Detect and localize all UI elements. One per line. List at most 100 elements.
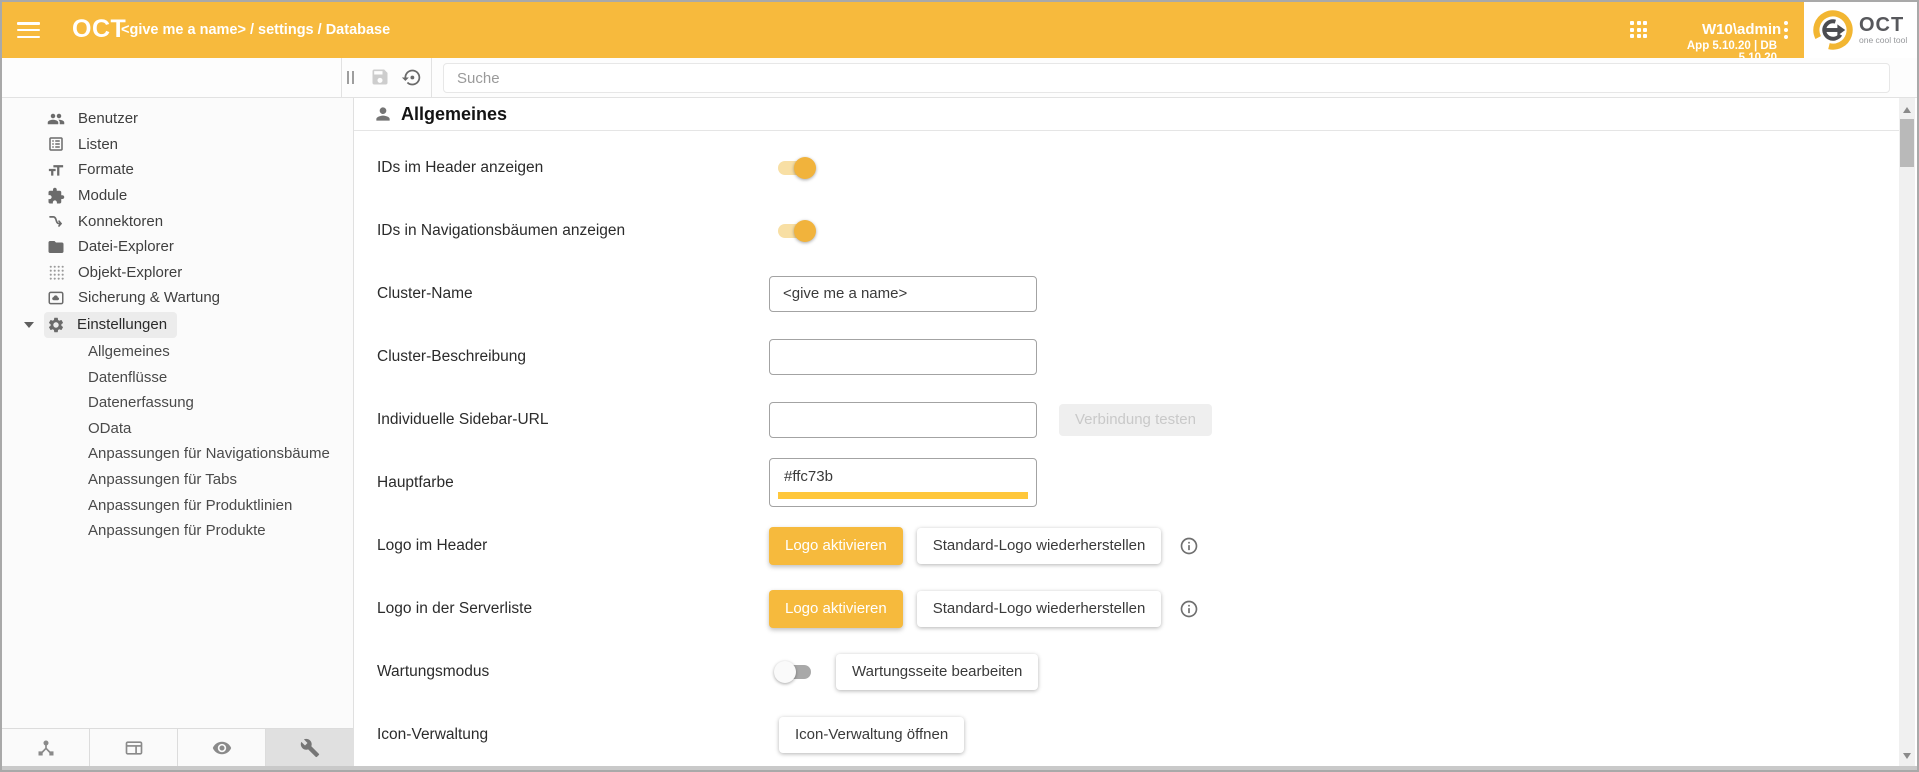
settings-panel: Allgemeines IDs im Header anzeigen IDs i… [353, 98, 1899, 766]
setting-row-ids-header: IDs im Header anzeigen [354, 136, 1899, 199]
maintenance-toggle[interactable] [777, 661, 813, 683]
setting-label: IDs im Header anzeigen [354, 159, 769, 177]
text-format-icon [47, 161, 65, 179]
hierarchy-icon [36, 738, 56, 758]
setting-row-cluster-name: Cluster-Name [354, 262, 1899, 325]
info-icon[interactable] [1179, 536, 1199, 556]
save-icon[interactable] [370, 67, 390, 92]
splitter-handle[interactable] [347, 71, 354, 84]
setting-label: Hauptfarbe [354, 474, 769, 492]
brand-logo: OCT one cool tool [1804, 2, 1917, 58]
sidebar-subitem-anpassungen-produkte[interactable]: Anpassungen für Produkte [2, 518, 353, 544]
main-color-swatch [778, 492, 1028, 499]
setting-label: Cluster-Name [354, 285, 769, 303]
kebab-menu-icon[interactable] [1784, 21, 1789, 39]
divider [341, 58, 342, 97]
settings-rows: IDs im Header anzeigen IDs in Navigation… [354, 131, 1899, 766]
cluster-description-input[interactable] [769, 339, 1037, 375]
connector-icon [47, 212, 65, 230]
sidebar-item-label: Formate [78, 161, 134, 178]
scroll-up-arrow-icon[interactable] [1903, 107, 1911, 113]
logo-text: OCT [1859, 15, 1907, 35]
sidebar-subitem-odata[interactable]: OData [2, 416, 353, 442]
scroll-down-arrow-icon[interactable] [1903, 753, 1911, 759]
sidebar-item-datei-explorer[interactable]: Datei-Explorer [2, 234, 353, 260]
hamburger-menu-icon[interactable] [17, 22, 40, 39]
sidebar-subitem-anpassungen-tabs[interactable]: Anpassungen für Tabs [2, 467, 353, 493]
setting-row-cluster-description: Cluster-Beschreibung [354, 325, 1899, 388]
activate-logo-header-button[interactable]: Logo aktivieren [769, 527, 903, 565]
top-toolbar [2, 58, 1917, 98]
sidebar-item-label: Objekt-Explorer [78, 264, 182, 281]
restore-default-logo-serverlist-button[interactable]: Standard-Logo wiederherstellen [917, 591, 1162, 627]
scrollbar-thumb[interactable] [1900, 119, 1914, 167]
sidebar-url-input[interactable] [769, 402, 1037, 438]
user-menu[interactable]: W10\admin [1702, 21, 1781, 38]
gear-icon [47, 316, 65, 334]
person-icon [373, 104, 393, 124]
edit-maintenance-page-button[interactable]: Wartungsseite bearbeiten [836, 654, 1038, 690]
setting-row-logo-serverlist: Logo in der Serverliste Logo aktivieren … [354, 577, 1899, 640]
history-restore-icon[interactable] [401, 67, 422, 93]
setting-label: Logo in der Serverliste [354, 600, 769, 618]
setting-row-icon-management: Icon-Verwaltung Icon-Verwaltung öffnen [354, 703, 1899, 766]
open-icon-management-button[interactable]: Icon-Verwaltung öffnen [779, 717, 964, 753]
sidebar-subitem-datenfluesse[interactable]: Datenflüsse [2, 364, 353, 390]
sidebar-item-formate[interactable]: Formate [2, 157, 353, 183]
sidebar-item-konnektoren[interactable]: Konnektoren [2, 208, 353, 234]
restore-default-logo-header-button[interactable]: Standard-Logo wiederherstellen [917, 528, 1162, 564]
sidebar-item-label: Sicherung & Wartung [78, 289, 220, 306]
search-input[interactable] [443, 63, 1890, 93]
puzzle-icon [47, 187, 65, 205]
app-header: OCT <give me a name> / settings / Databa… [2, 2, 1804, 58]
setting-label: Individuelle Sidebar-URL [354, 411, 769, 429]
ids-nav-toggle[interactable] [777, 220, 813, 242]
setting-label: Logo im Header [354, 537, 769, 555]
sidebar-item-module[interactable]: Module [2, 183, 353, 209]
logo-tagline: one cool tool [1859, 36, 1907, 45]
ids-header-toggle[interactable] [777, 157, 813, 179]
chevron-down-icon[interactable] [24, 322, 34, 328]
app-title: OCT [72, 15, 126, 44]
section-header: Allgemeines [354, 98, 1899, 131]
setting-row-ids-nav: IDs in Navigationsbäumen anzeigen [354, 199, 1899, 262]
sidebar-subitem-anpassungen-produktlinien[interactable]: Anpassungen für Produktlinien [2, 492, 353, 518]
hierarchy-view-button[interactable] [2, 729, 90, 766]
test-connection-button[interactable]: Verbindung testen [1059, 404, 1212, 436]
cluster-name-input[interactable] [769, 276, 1037, 312]
apps-grid-icon[interactable] [1630, 21, 1647, 38]
vertical-scrollbar[interactable] [1899, 98, 1915, 766]
table-icon [124, 738, 144, 758]
nav-tree: Benutzer Listen Formate Module [2, 98, 353, 544]
admin-tools-button[interactable] [266, 729, 353, 766]
sidebar-item-label: Datei-Explorer [78, 238, 174, 255]
table-view-button[interactable] [90, 729, 178, 766]
sidebar-subitem-allgemeines[interactable]: Allgemeines [2, 339, 353, 365]
oct-logo-icon [1812, 9, 1854, 51]
wrench-icon [300, 738, 320, 758]
sidebar-item-listen[interactable]: Listen [2, 132, 353, 158]
app-window: OCT <give me a name> / settings / Databa… [0, 0, 1919, 772]
window-bottom-edge [2, 766, 1917, 770]
sidebar-subitem-datenerfassung[interactable]: Datenerfassung [2, 390, 353, 416]
setting-row-sidebar-url: Individuelle Sidebar-URL Verbindung test… [354, 388, 1899, 451]
sidebar-item-objekt-explorer[interactable]: Objekt-Explorer [2, 260, 353, 286]
sidebar-item-einstellungen[interactable]: Einstellungen [2, 311, 353, 339]
setting-label: Wartungsmodus [354, 663, 769, 681]
info-icon[interactable] [1179, 599, 1199, 619]
main-color-input[interactable]: #ffc73b [769, 458, 1037, 507]
sidebar: Benutzer Listen Formate Module [2, 98, 353, 766]
sidebar-subitem-anpassungen-navigationsbaeume[interactable]: Anpassungen für Navigationsbäume [2, 441, 353, 467]
sidebar-item-sicherung-wartung[interactable]: Sicherung & Wartung [2, 285, 353, 311]
setting-label: Cluster-Beschreibung [354, 348, 769, 366]
sidebar-item-benutzer[interactable]: Benutzer [2, 106, 353, 132]
setting-row-maintenance: Wartungsmodus Wartungsseite bearbeiten [354, 640, 1899, 703]
setting-row-main-color: Hauptfarbe #ffc73b [354, 451, 1899, 514]
breadcrumb[interactable]: <give me a name> / settings / Database [121, 22, 390, 38]
backup-icon [47, 289, 65, 307]
activate-logo-serverlist-button[interactable]: Logo aktivieren [769, 590, 903, 628]
preview-button[interactable] [178, 729, 266, 766]
sidebar-item-label: Benutzer [78, 110, 138, 127]
section-title: Allgemeines [401, 104, 507, 125]
list-icon [47, 135, 65, 153]
